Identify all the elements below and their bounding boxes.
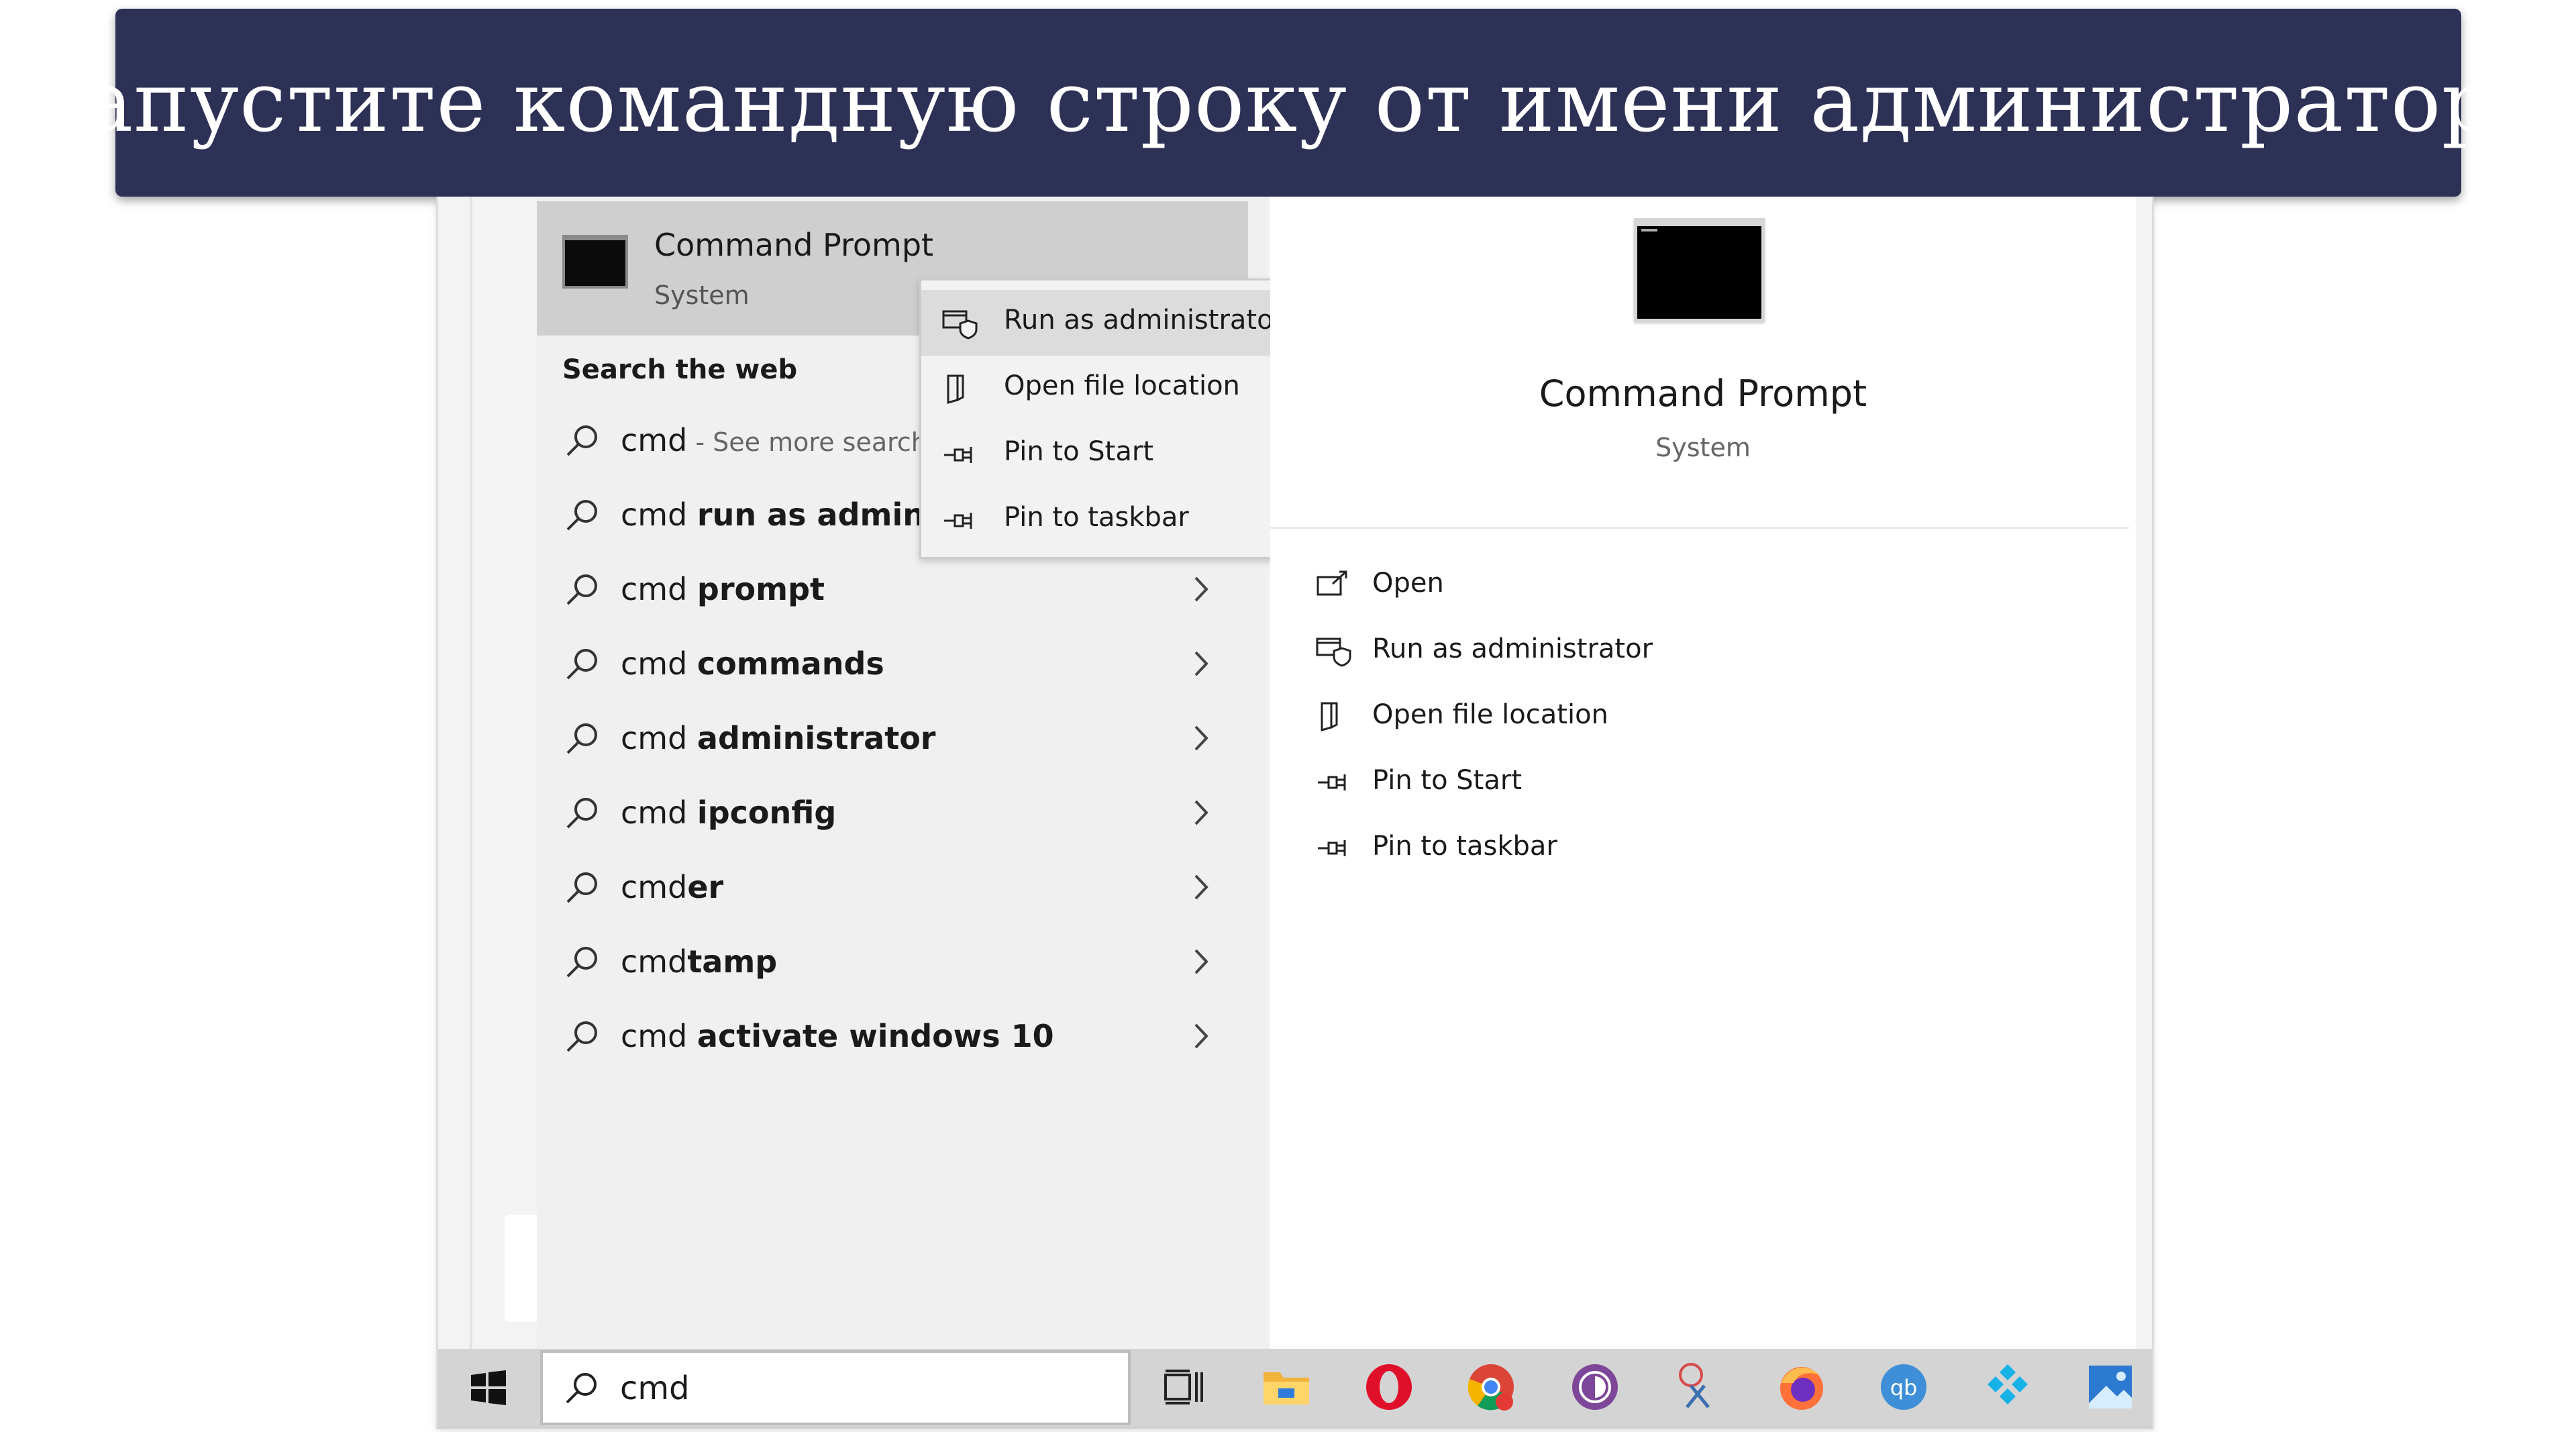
context-item-label: Open file location (1004, 370, 1240, 401)
search-icon (566, 1373, 597, 1404)
search-icon (566, 500, 597, 531)
context-pin-to-taskbar[interactable]: Pin to taskbar (921, 487, 1273, 553)
firefox-icon[interactable] (1775, 1360, 1828, 1414)
opera-icon[interactable] (1362, 1360, 1416, 1414)
qbittorrent-icon[interactable]: qb (1877, 1360, 1930, 1414)
detail-actions: Open Run as administrator Open file loca… (1315, 557, 1919, 886)
context-open-file-location[interactable]: Open file location (921, 356, 1273, 421)
web-result-label: cmd prompt (621, 570, 825, 607)
search-web-heading: Search the web (562, 354, 798, 385)
command-prompt-large-icon (1634, 218, 1765, 322)
detail-title: Command Prompt (1539, 372, 1867, 415)
task-view-icon[interactable] (1157, 1360, 1211, 1414)
web-result-cmder[interactable]: cmder (537, 850, 1248, 924)
action-label: Open (1372, 568, 1444, 599)
banner-title: Запустите командную строку от имени адми… (31, 54, 2546, 151)
window-divider (470, 197, 472, 1351)
folder-location-icon (947, 374, 964, 404)
context-item-label: Run as administrator (1004, 305, 1285, 336)
svg-text:qb: qb (1890, 1375, 1918, 1400)
chevron-right-icon[interactable] (1188, 870, 1215, 904)
action-label: Run as administrator (1372, 633, 1653, 664)
command-prompt-app-icon (562, 235, 628, 289)
shield-window-icon (942, 310, 978, 340)
search-icon (566, 798, 597, 829)
web-result-label: cmder (621, 868, 724, 905)
photos-icon[interactable] (2083, 1360, 2137, 1414)
search-icon (566, 947, 597, 978)
chevron-right-icon[interactable] (1188, 721, 1215, 755)
web-result-cmd-commands[interactable]: cmd commands (537, 626, 1248, 701)
pin-icon (944, 447, 972, 463)
web-result-label: cmd commands (621, 645, 884, 682)
action-label: Open file location (1372, 699, 1608, 730)
pin-icon (1318, 840, 1346, 856)
folder-location-icon (1321, 702, 1338, 731)
web-result-cmd-ipconfig[interactable]: cmd ipconfig (537, 775, 1248, 850)
open-icon (1317, 570, 1347, 596)
action-open-file-location[interactable]: Open file location (1315, 688, 1919, 754)
chevron-right-icon[interactable] (1188, 647, 1215, 680)
action-pin-to-start[interactable]: Pin to Start (1315, 754, 1919, 820)
search-icon (566, 574, 597, 605)
title-banner: Запустите командную строку от имени адми… (31, 9, 2545, 197)
search-icon (566, 723, 597, 754)
tor-browser-icon[interactable] (1568, 1360, 1622, 1414)
chrome-icon[interactable] (1464, 1360, 1518, 1414)
best-match-subtitle: System (654, 280, 750, 310)
chevron-right-icon[interactable] (1188, 945, 1215, 978)
web-result-cmd-activate-windows-10[interactable]: cmd activate windows 10 (537, 999, 1248, 1073)
context-pin-to-start[interactable]: Pin to Start (921, 421, 1273, 487)
best-match-title: Command Prompt (654, 227, 934, 263)
action-open[interactable]: Open (1315, 557, 1919, 623)
search-icon (566, 1021, 597, 1052)
action-label: Pin to Start (1372, 765, 1523, 796)
detail-divider (1270, 527, 2129, 529)
search-icon (566, 425, 597, 456)
search-icon (566, 649, 597, 680)
web-result-label: cmd activate windows 10 (621, 1017, 1054, 1054)
action-run-as-administrator[interactable]: Run as administrator (1315, 623, 1919, 688)
search-input[interactable] (620, 1365, 1090, 1412)
web-result-label: cmd ipconfig (621, 794, 837, 831)
context-run-as-administrator[interactable]: Run as administrator (921, 290, 1284, 356)
windows-start-icon[interactable] (470, 1369, 507, 1407)
chevron-right-icon[interactable] (1188, 1019, 1215, 1053)
action-label: Pin to taskbar (1372, 831, 1557, 862)
side-tab (505, 1215, 538, 1322)
pin-icon (1318, 774, 1346, 790)
taskbar-search-box[interactable] (540, 1350, 1131, 1425)
context-item-label: Pin to taskbar (1004, 502, 1189, 533)
context-item-label: Pin to Start (1004, 436, 1154, 467)
chevron-right-icon[interactable] (1188, 572, 1215, 606)
search-icon (566, 872, 597, 903)
shield-window-icon (1316, 637, 1351, 667)
action-pin-to-taskbar[interactable]: Pin to taskbar (1315, 820, 1919, 886)
web-result-cmd-administrator[interactable]: cmd administrator (537, 701, 1248, 775)
web-result-label: cmd - See more search r (621, 421, 946, 458)
web-result-label: cmdtamp (621, 943, 778, 980)
file-explorer-icon[interactable] (1259, 1360, 1313, 1414)
web-result-cmd-prompt[interactable]: cmd prompt (537, 552, 1248, 626)
pin-icon (944, 513, 972, 529)
detail-subtitle: System (1655, 433, 1751, 462)
web-result-cmdtamp[interactable]: cmdtamp (537, 924, 1248, 999)
chevron-right-icon[interactable] (1188, 796, 1215, 829)
web-result-label: cmd administrator (621, 719, 936, 756)
snipping-tool-icon[interactable] (1671, 1360, 1724, 1414)
kodi-icon[interactable] (1981, 1360, 2034, 1414)
context-menu: Run as administrator Open file location … (919, 278, 1284, 559)
